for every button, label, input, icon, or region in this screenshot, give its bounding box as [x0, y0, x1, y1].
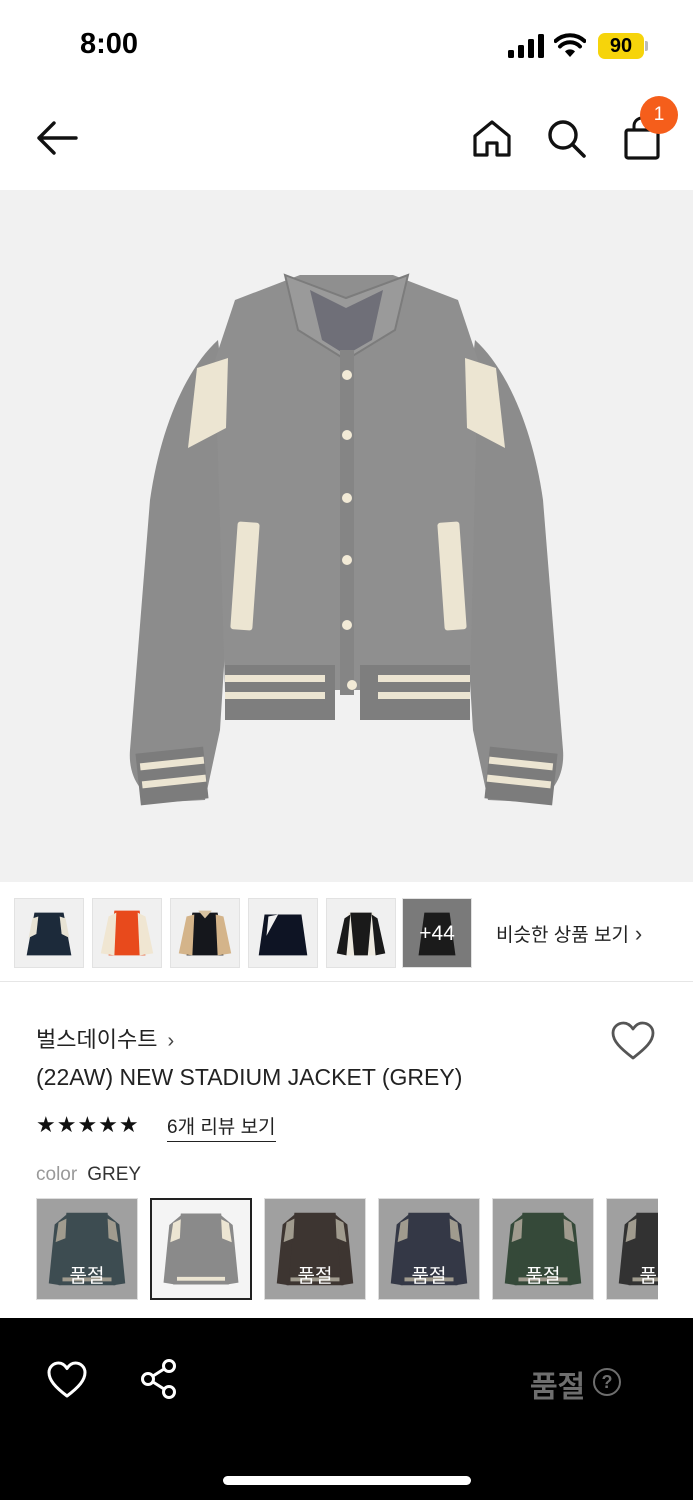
product-main-image[interactable] — [0, 190, 693, 882]
color-label: color — [36, 1164, 78, 1185]
soldout-label: 품절 — [297, 1266, 333, 1287]
home-indicator — [223, 1476, 471, 1485]
heart-icon[interactable] — [46, 1360, 88, 1400]
jacket-image — [129, 273, 564, 806]
top-navigation — [0, 90, 693, 190]
similar-products-label: 비슷한 상품 보기 — [496, 925, 629, 946]
brand-link[interactable]: 벌스데이수트 › — [36, 1022, 174, 1054]
swatch-jacket-image — [163, 1213, 239, 1285]
color-swatch-list: 품절 품절 품절 품절 품절 — [36, 1198, 658, 1300]
review-link[interactable]: 6개 리뷰 보기 — [167, 1112, 276, 1142]
chevron-right-icon: › — [634, 921, 643, 946]
thumbnail-black-tan-jacket[interactable] — [170, 898, 240, 968]
thumbnail-more[interactable]: +44 — [402, 898, 472, 968]
signal-icon — [508, 34, 544, 58]
heart-icon[interactable] — [610, 1020, 656, 1062]
chevron-right-icon: › — [167, 1030, 175, 1052]
more-images-count: +44 — [419, 922, 455, 945]
search-icon[interactable] — [544, 116, 588, 160]
thumbnail-black-white-jacket[interactable] — [326, 898, 396, 968]
status-bar: 8:00 90 — [0, 0, 693, 90]
share-icon[interactable] — [138, 1358, 180, 1400]
home-icon[interactable] — [470, 116, 514, 160]
arrow-left-icon[interactable] — [34, 118, 80, 158]
soldout-button: 품절 — [530, 1371, 586, 1404]
thumbnail-red-jacket[interactable] — [92, 898, 162, 968]
color-row: color GREY — [36, 1164, 141, 1186]
battery-indicator: 90 — [598, 33, 644, 59]
thumbnail-navy-jacket[interactable] — [14, 898, 84, 968]
status-time: 8:00 — [80, 28, 139, 60]
color-swatch[interactable]: 품절 — [36, 1198, 138, 1300]
brand-name: 벌스데이수트 — [36, 1027, 158, 1052]
cart-count-badge: 1 — [640, 96, 678, 134]
soldout-label: 품절 — [525, 1266, 561, 1287]
similar-products-link[interactable]: 비슷한 상품 보기 › — [496, 920, 642, 947]
thumbnail-black-jacket[interactable] — [248, 898, 318, 968]
color-swatch[interactable]: 품절 — [606, 1198, 658, 1300]
soldout-label: 품절 — [639, 1266, 658, 1287]
help-icon[interactable]: ? — [593, 1368, 621, 1396]
product-title: (22AW) NEW STADIUM JACKET (GREY) — [36, 1064, 463, 1090]
image-thumbnail-strip: +44 비슷한 상품 보기 › — [0, 882, 693, 982]
color-swatch[interactable] — [150, 1198, 252, 1300]
color-swatch[interactable]: 품절 — [378, 1198, 480, 1300]
bottom-action-bar: 품절 ? — [0, 1318, 693, 1500]
wifi-icon — [554, 33, 586, 57]
color-swatch[interactable]: 품절 — [264, 1198, 366, 1300]
color-swatch[interactable]: 품절 — [492, 1198, 594, 1300]
soldout-label: 품절 — [411, 1266, 447, 1287]
battery-nub — [645, 41, 648, 51]
soldout-label: 품절 — [69, 1266, 105, 1287]
star-rating: ★★★★★ — [36, 1112, 140, 1137]
color-value: GREY — [87, 1164, 142, 1185]
